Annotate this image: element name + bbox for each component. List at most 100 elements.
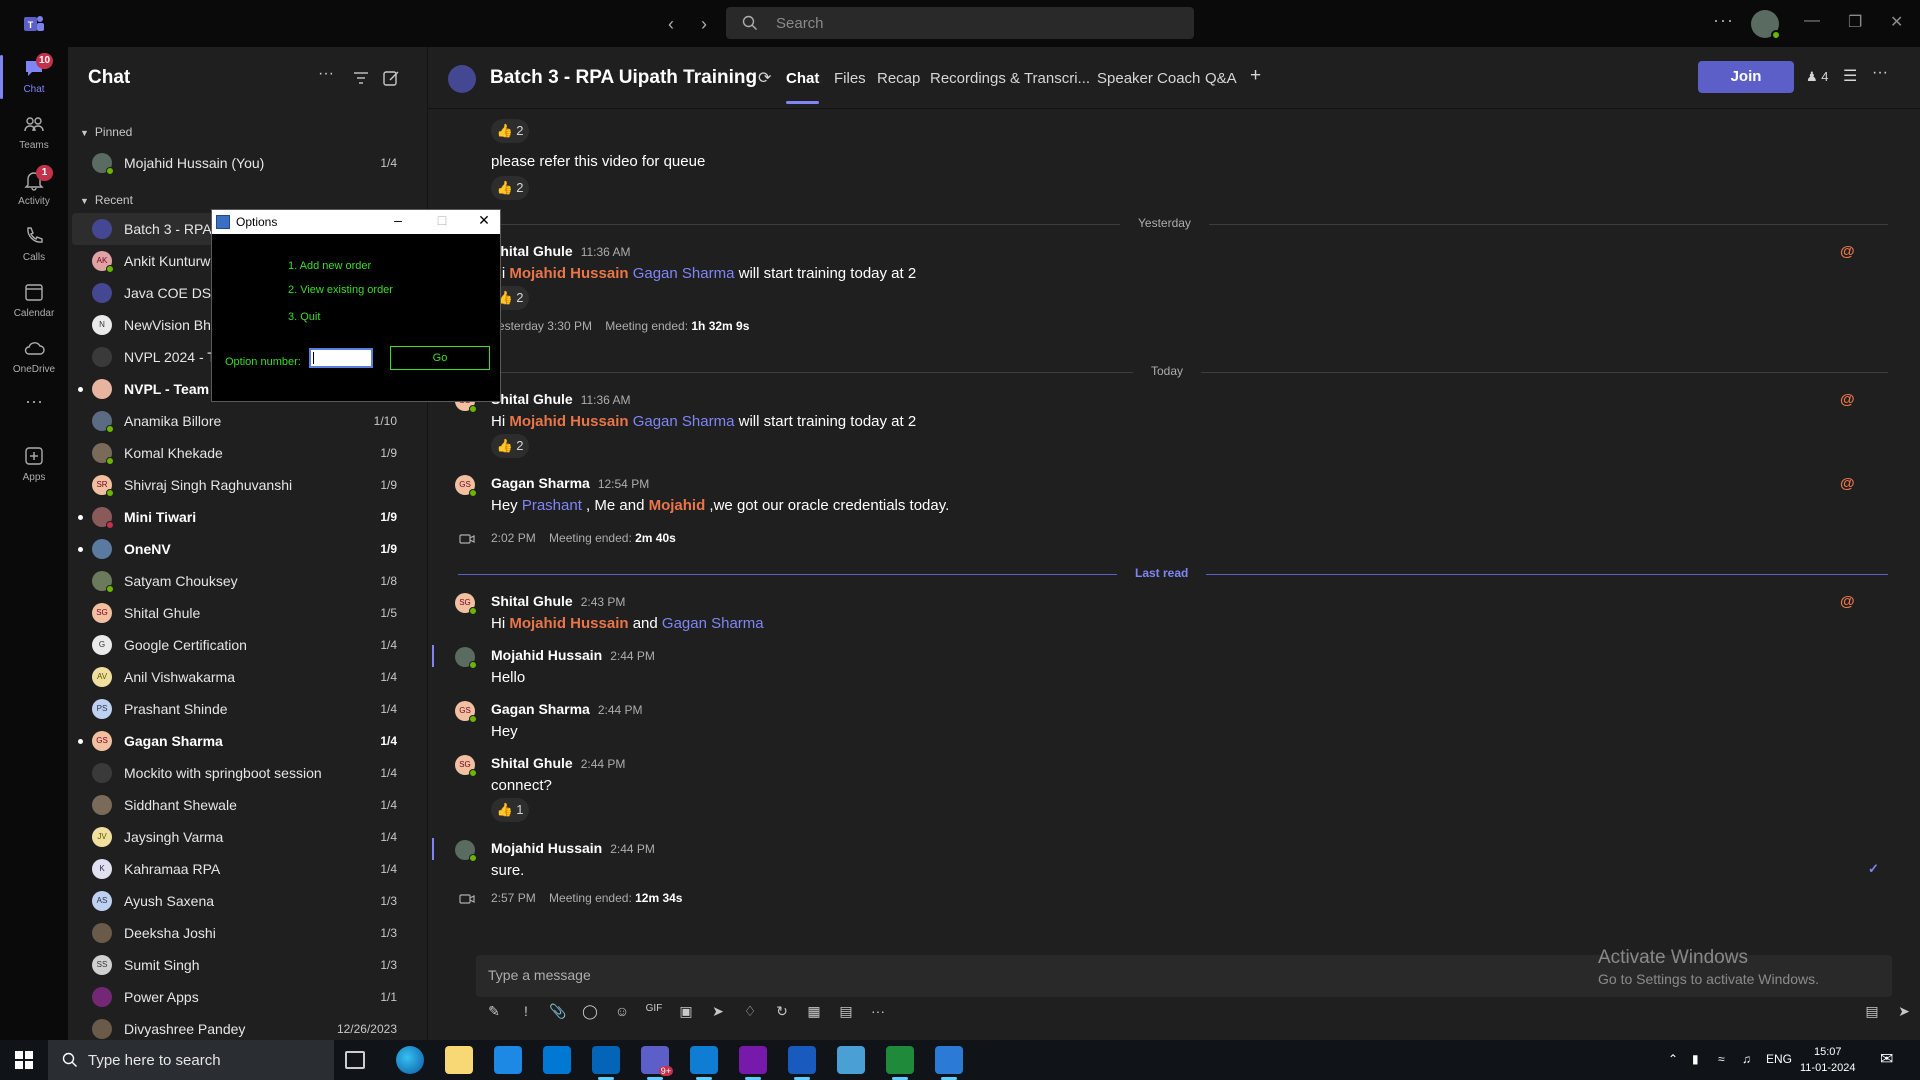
more-options-icon[interactable]: ··· (868, 1003, 888, 1023)
mention[interactable]: Gagan Sharma (633, 413, 735, 430)
chat-item[interactable]: SR Shivraj Singh Raghuvanshi 1/9 (72, 469, 417, 501)
chat-item[interactable]: GS Gagan Sharma 1/4 (72, 725, 417, 757)
tab-speaker-coach[interactable]: Speaker Coach (1097, 70, 1200, 87)
chat-item[interactable]: AV Anil Vishwakarma 1/4 (72, 661, 417, 693)
skype-icon[interactable] (690, 1046, 718, 1080)
language-indicator[interactable]: ENG (1766, 1052, 1792, 1066)
mention-me[interactable]: Mojahid Hussain (509, 413, 628, 430)
onenote-icon[interactable] (739, 1046, 767, 1080)
chat-item[interactable]: Deeksha Joshi 1/3 (72, 917, 417, 949)
dialog-title-bar[interactable]: Options – □ ✕ (212, 210, 500, 234)
tab-recordings[interactable]: Recordings & Transcri... (930, 70, 1090, 87)
more-options-icon[interactable]: ··· (1872, 64, 1888, 82)
important-icon[interactable]: ! (516, 1003, 536, 1023)
word-icon[interactable] (788, 1046, 816, 1080)
mention[interactable]: Gagan Sharma (633, 265, 735, 282)
taskbar-search[interactable]: Type here to search (48, 1040, 334, 1080)
tab-files[interactable]: Files (834, 70, 866, 87)
mention-me[interactable]: Mojahid Hussain (509, 265, 628, 282)
close-icon[interactable]: ✕ (474, 212, 494, 229)
tab-chat[interactable]: Chat (786, 70, 820, 104)
file-explorer-icon[interactable] (445, 1046, 473, 1074)
minimize-icon[interactable]: – (388, 212, 408, 228)
tab-qa[interactable]: Q&A (1205, 70, 1237, 87)
recent-section[interactable]: ▼ Recent (80, 193, 133, 207)
go-button[interactable]: Go (390, 346, 490, 370)
list-icon[interactable]: ☰ (1843, 66, 1857, 86)
restore-icon[interactable]: ❐ (1848, 12, 1862, 32)
back-arrow-icon[interactable]: ‹ (661, 14, 681, 34)
chat-item[interactable]: Satyam Chouksey 1/8 (72, 565, 417, 597)
chat-item[interactable]: Siddhant Shewale 1/4 (72, 789, 417, 821)
pinned-section[interactable]: ▼ Pinned (80, 125, 132, 139)
loop-component-icon[interactable]: ◯ (580, 1003, 600, 1023)
chat-item-mojahid-hussain[interactable]: Mojahid Hussain (You) 1/4 (72, 147, 417, 179)
updates-icon[interactable]: ↻ (772, 1003, 792, 1023)
chat-item[interactable]: Mini Tiwari 1/9 (72, 501, 417, 533)
chat-item[interactable]: Anamika Billore 1/10 (72, 405, 417, 437)
mention-me[interactable]: Mojahid Hussain (509, 615, 628, 632)
loop-icon[interactable]: ⟳ (758, 68, 771, 88)
gif-icon[interactable]: GIF (644, 1003, 664, 1023)
chat-item[interactable]: Komal Khekade 1/9 (72, 437, 417, 469)
video-clip-icon[interactable]: ▤ (1862, 1003, 1882, 1023)
format-icon[interactable]: ✎ (484, 1003, 504, 1023)
minimize-icon[interactable]: — (1804, 12, 1820, 30)
chat-item[interactable]: Mockito with springboot session 1/4 (72, 757, 417, 789)
chat-item[interactable]: SG Shital Ghule 1/5 (72, 597, 417, 629)
reaction-like[interactable]: 👍 2 (491, 176, 529, 200)
participants-button[interactable]: ♟ 4 (1806, 69, 1829, 85)
schedule-meeting-icon[interactable]: ➤ (708, 1003, 728, 1023)
mention-me[interactable]: Mojahid (649, 497, 706, 514)
chat-item[interactable]: G Google Certification 1/4 (72, 629, 417, 661)
chat-item[interactable]: AS Ayush Saxena 1/3 (72, 885, 417, 917)
chat-item[interactable]: Power Apps 1/1 (72, 981, 417, 1013)
java-app-icon[interactable] (935, 1046, 963, 1080)
chat-item[interactable]: K Kahramaa RPA 1/4 (72, 853, 417, 885)
reaction-like[interactable]: 👍 2 (491, 119, 529, 143)
send-icon[interactable]: ➤ (1894, 1003, 1914, 1023)
close-icon[interactable]: ✕ (1890, 12, 1903, 32)
console-app-icon[interactable] (886, 1046, 914, 1080)
chat-item[interactable]: SS Sumit Singh 1/3 (72, 949, 417, 981)
rail-activity[interactable]: 1 Activity (0, 163, 68, 219)
wifi-icon[interactable]: ≈ (1718, 1052, 1725, 1066)
edge-icon[interactable] (396, 1046, 424, 1074)
battery-icon[interactable]: ▮ (1692, 1052, 1699, 1066)
rail-more[interactable]: ··· (0, 391, 68, 421)
reaction-like[interactable]: 👍 1 (491, 798, 529, 822)
forward-arrow-icon[interactable]: › (694, 14, 714, 34)
outlook-icon[interactable] (592, 1046, 620, 1080)
profile-avatar[interactable] (1751, 10, 1781, 40)
add-tab-icon[interactable]: + (1250, 65, 1261, 87)
option-number-input[interactable] (309, 348, 373, 368)
store-icon[interactable] (494, 1046, 522, 1074)
clock[interactable]: 15:07 11-01-2024 (1800, 1044, 1855, 1076)
rail-calendar[interactable]: Calendar (0, 275, 68, 331)
praise-icon[interactable]: ♢ (740, 1003, 760, 1023)
reaction-like[interactable]: 👍 2 (491, 434, 529, 458)
task-view-icon[interactable] (345, 1051, 365, 1069)
rail-chat[interactable]: 10 Chat (0, 51, 68, 107)
tab-recap[interactable]: Recap (877, 70, 920, 87)
forms-icon[interactable]: ▤ (836, 1003, 856, 1023)
rail-teams[interactable]: Teams (0, 107, 68, 163)
teams-icon[interactable]: 9+ (641, 1046, 673, 1080)
chat-item[interactable]: JV Jaysingh Varma 1/4 (72, 821, 417, 853)
chevron-up-icon[interactable]: ⌃ (1668, 1052, 1678, 1066)
mention[interactable]: Gagan Sharma (662, 615, 764, 632)
windows-start-icon[interactable] (14, 1050, 34, 1070)
mention[interactable]: Prashant (522, 497, 582, 514)
mail-icon[interactable] (543, 1046, 571, 1074)
join-button[interactable]: Join (1698, 61, 1794, 93)
rail-onedrive[interactable]: OneDrive (0, 331, 68, 387)
filter-icon[interactable] (352, 69, 370, 87)
chat-item[interactable]: PS Prashant Shinde 1/4 (72, 693, 417, 725)
sticker-icon[interactable]: ▣ (676, 1003, 696, 1023)
notifications-icon[interactable]: ✉ (1880, 1049, 1893, 1069)
attach-icon[interactable]: 📎 (548, 1003, 568, 1023)
more-options-icon[interactable]: ··· (318, 65, 336, 83)
rail-calls[interactable]: Calls (0, 219, 68, 275)
volume-icon[interactable]: ♫ (1742, 1052, 1751, 1066)
rail-apps[interactable]: Apps (0, 439, 68, 495)
